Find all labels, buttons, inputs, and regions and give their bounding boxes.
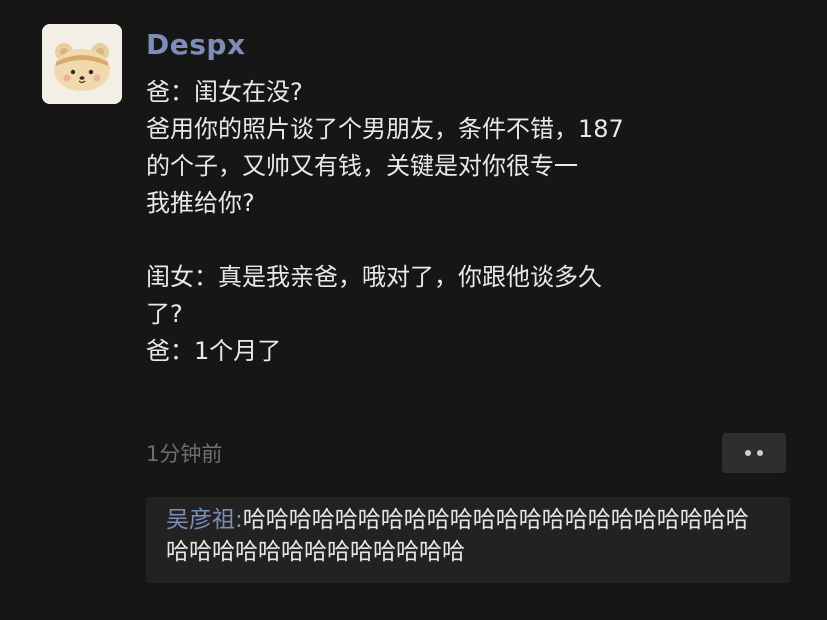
message-line: 爸用你的照片谈了个男朋友，条件不错，187 xyxy=(146,115,624,143)
avatar[interactable] xyxy=(42,24,122,104)
more-dots-icon xyxy=(745,450,751,456)
username[interactable]: Despx xyxy=(146,28,246,61)
comment-item[interactable]: 吴彦祖:哈哈哈哈哈哈哈哈哈哈哈哈哈哈哈哈哈哈哈哈哈哈哈哈哈哈哈哈哈哈哈哈哈哈哈 xyxy=(166,504,770,568)
post-message: 爸：闺女在没? 爸用你的照片谈了个男朋友，条件不错，187 的个子，又帅又有钱，… xyxy=(146,74,806,370)
bear-avatar-icon xyxy=(42,24,122,104)
comment-text: 哈哈哈哈哈哈哈哈哈哈哈哈哈哈哈哈哈哈哈哈哈哈哈哈哈哈哈哈哈哈哈哈哈哈哈 xyxy=(166,507,749,565)
comments-section: 吴彦祖:哈哈哈哈哈哈哈哈哈哈哈哈哈哈哈哈哈哈哈哈哈哈哈哈哈哈哈哈哈哈哈哈哈哈哈 xyxy=(146,497,790,583)
message-line: 我推给你? xyxy=(146,189,255,217)
message-line: 的个子，又帅又有钱，关键是对你很专一 xyxy=(146,152,578,180)
message-line: 闺女：真是我亲爸，哦对了，你跟他谈多久 xyxy=(146,263,602,291)
message-line: 了? xyxy=(146,300,183,328)
more-button[interactable] xyxy=(722,433,786,473)
more-dots-icon xyxy=(757,450,763,456)
comment-author[interactable]: 吴彦祖: xyxy=(166,507,243,533)
message-line: 爸：闺女在没? xyxy=(146,78,303,106)
post-timestamp: 1分钟前 xyxy=(146,442,223,466)
message-line: 爸：1个月了 xyxy=(146,337,282,365)
